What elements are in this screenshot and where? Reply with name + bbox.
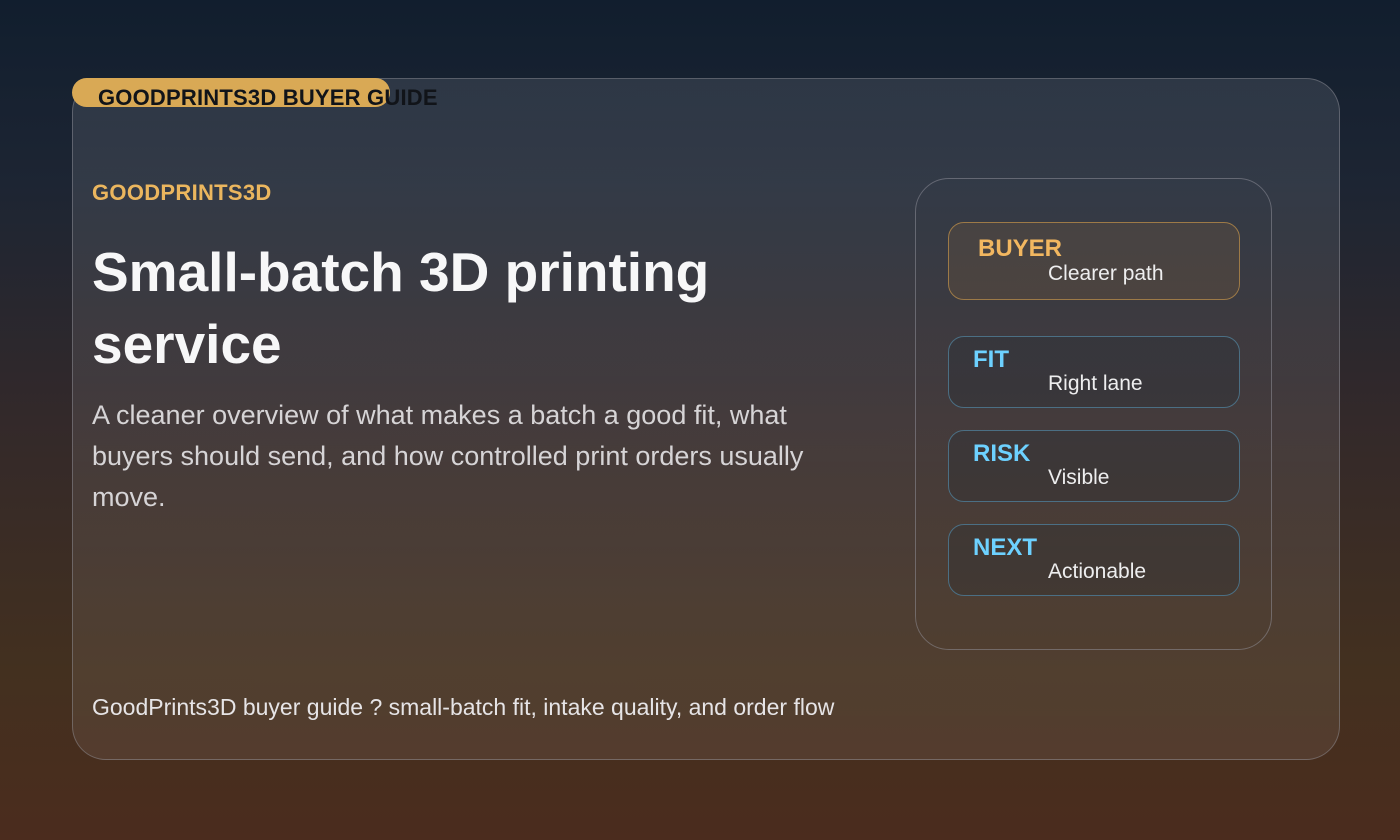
summary-item-value: Clearer path (1048, 262, 1164, 285)
summary-item-value: Visible (1048, 466, 1110, 489)
guide-badge-label: GOODPRINTS3D BUYER GUIDE (98, 85, 438, 110)
footer-caption: GoodPrints3D buyer guide ? small-batch f… (92, 694, 835, 720)
summary-item-next: NEXT Actionable (948, 524, 1240, 596)
summary-item-fit: FIT Right lane (948, 336, 1240, 408)
page-title: Small-batch 3D printing service (92, 241, 710, 375)
summary-item-key: BUYER (978, 235, 1063, 262)
summary-item-risk: RISK Visible (948, 430, 1240, 502)
summary-item-key: FIT (973, 346, 1009, 373)
summary-item-key: NEXT (973, 534, 1038, 561)
summary-item-key: RISK (973, 440, 1031, 467)
page-subtitle: A cleaner overview of what makes a batch… (92, 400, 804, 512)
summary-item-value: Actionable (1048, 560, 1147, 583)
summary-item-value: Right lane (1048, 372, 1143, 395)
summary-item-buyer: BUYER Clearer path (948, 222, 1240, 300)
brand-label: GOODPRINTS3D (92, 180, 272, 205)
